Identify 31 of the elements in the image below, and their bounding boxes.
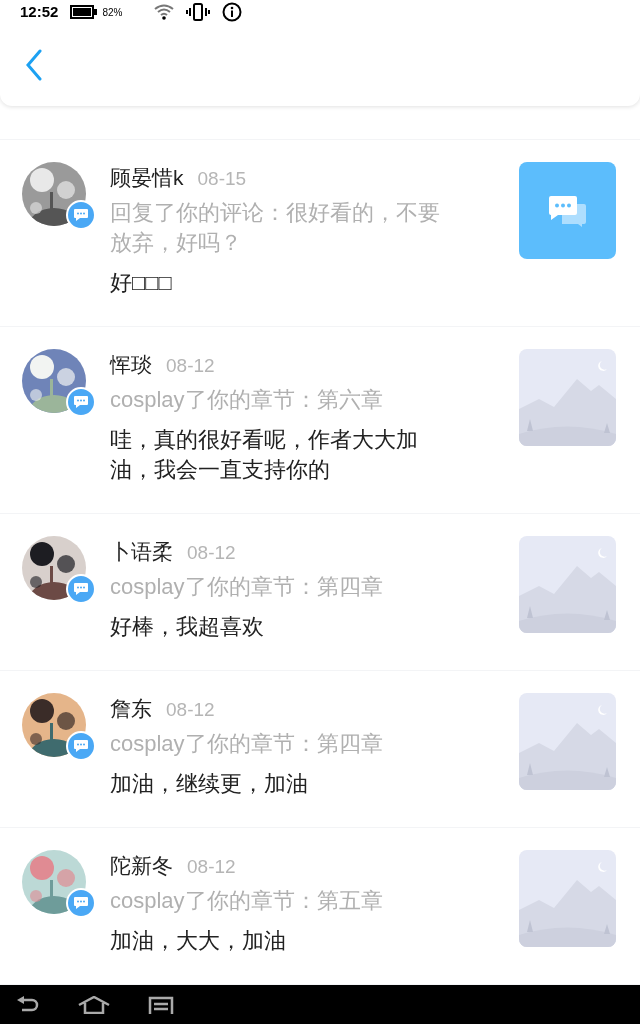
home-icon[interactable] bbox=[78, 995, 110, 1014]
comment-thumbnail-icon bbox=[519, 162, 616, 259]
battery-percent: 82% bbox=[102, 5, 123, 20]
back-icon[interactable] bbox=[24, 49, 44, 81]
comment-date: 08-12 bbox=[187, 855, 236, 879]
vibrate-icon bbox=[186, 3, 211, 21]
recent-apps-icon[interactable] bbox=[148, 995, 174, 1014]
activity-text: cosplay了你的章节：第六章 bbox=[110, 386, 384, 414]
user-name: 詹东 bbox=[110, 696, 152, 722]
comment-date: 08-12 bbox=[166, 354, 215, 378]
user-name: 顾晏惜k bbox=[110, 165, 184, 191]
comment-text: 加油，大大，加油 bbox=[110, 927, 287, 955]
comment-text: 好棒，我超喜欢 bbox=[110, 613, 265, 641]
status-time: 12:52 bbox=[20, 1, 59, 22]
activity-text: 回复了你的评论：很好看的，不要放弃，好吗？ bbox=[110, 199, 441, 257]
comment-text: 哇，真的很好看呢，作者大大加油，我会一直支持你的 bbox=[110, 426, 419, 484]
comment-text: 好□□□ bbox=[110, 269, 173, 297]
activity-text: cosplay了你的章节：第四章 bbox=[110, 730, 384, 758]
battery-icon bbox=[70, 5, 99, 19]
back-nav-icon[interactable] bbox=[16, 995, 40, 1014]
user-name: 卜语柔 bbox=[110, 539, 173, 565]
wifi-icon bbox=[154, 4, 175, 20]
comment-date: 08-12 bbox=[187, 541, 236, 565]
user-name: 恽琰 bbox=[110, 352, 152, 378]
info-icon bbox=[222, 2, 243, 22]
comment-date: 08-15 bbox=[197, 167, 247, 191]
comment-date: 08-12 bbox=[166, 698, 215, 722]
activity-text: cosplay了你的章节：第五章 bbox=[110, 887, 384, 915]
activity-text: cosplay了你的章节：第四章 bbox=[110, 573, 384, 601]
user-name: 陀新冬 bbox=[110, 853, 173, 879]
comment-text: 加油，继续更，加油 bbox=[110, 770, 309, 798]
